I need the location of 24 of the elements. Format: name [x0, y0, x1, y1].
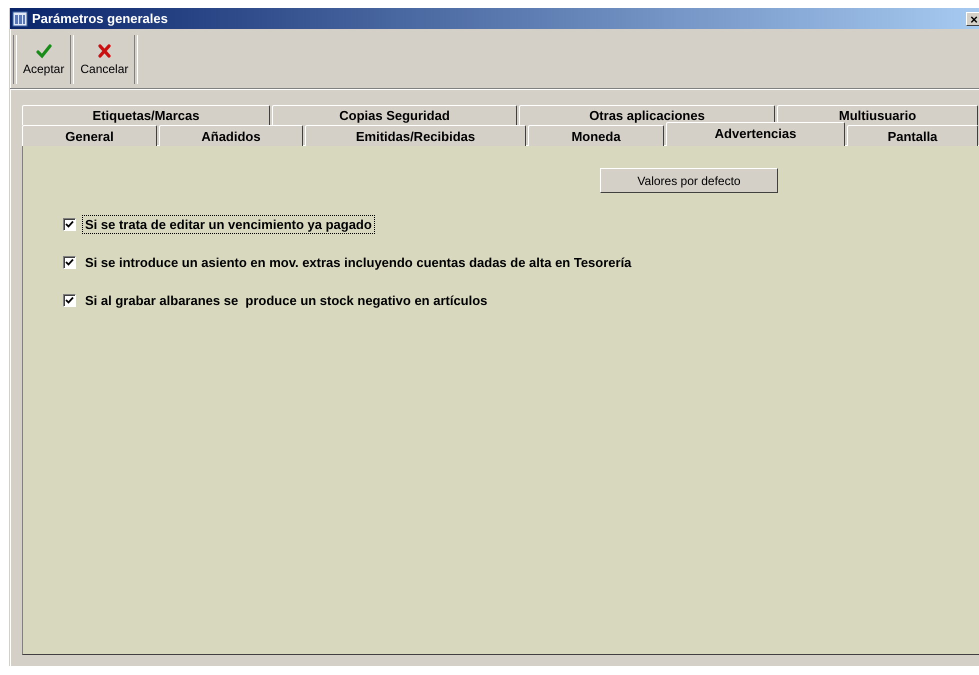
tab[interactable]: Multiusuario: [777, 105, 978, 125]
checkbox[interactable]: [63, 218, 76, 231]
app-icon: [12, 10, 28, 26]
tab[interactable]: Etiquetas/Marcas: [22, 105, 270, 125]
tab[interactable]: Moneda: [528, 125, 664, 146]
tab[interactable]: Copias Seguridad: [272, 105, 517, 125]
window-title: Parámetros generales: [32, 11, 169, 26]
checkbox[interactable]: [63, 256, 76, 269]
close-button[interactable]: ×: [966, 12, 979, 26]
cancel-button[interactable]: Cancelar: [74, 31, 134, 88]
checkbox-label[interactable]: Si se introduce un asiento en mov. extras incluyendo cuentas dadas de alta en Tesorería: [82, 253, 634, 272]
checkbox-label[interactable]: Si se trata de editar un vencimiento ya pagado: [82, 215, 375, 234]
tab[interactable]: Pantalla: [847, 125, 978, 146]
cross-icon: [96, 43, 112, 59]
tab[interactable]: Otras aplicaciones: [519, 105, 775, 125]
checkbox[interactable]: [63, 294, 76, 307]
check-icon: [36, 43, 52, 59]
tab[interactable]: Advertencias: [666, 122, 845, 146]
tab[interactable]: Emitidas/Recibidas: [305, 125, 526, 146]
default-values-button[interactable]: Valores por defecto: [600, 168, 778, 193]
accept-button[interactable]: Aceptar: [17, 31, 70, 88]
tab[interactable]: General: [22, 125, 157, 146]
tab[interactable]: Añadidos: [159, 125, 303, 146]
checkbox-label[interactable]: Si al grabar albaranes se produce un stock negativo en artículos: [82, 291, 490, 310]
